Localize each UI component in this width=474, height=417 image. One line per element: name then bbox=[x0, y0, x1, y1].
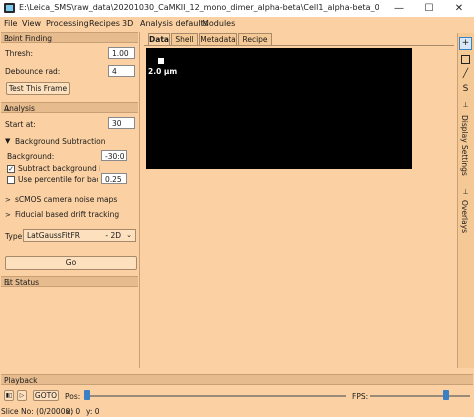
subtract-background-label: Subtract background in fit bbox=[18, 164, 100, 173]
pos-slider-track[interactable] bbox=[84, 395, 346, 397]
tab-metadata[interactable]: Metadata bbox=[199, 33, 237, 45]
pin-icon[interactable]: ⊥ bbox=[4, 278, 135, 287]
scale-bar bbox=[158, 58, 164, 64]
pin-icon[interactable]: ⊥ bbox=[459, 186, 472, 199]
fiducial-label[interactable]: Fiducial based drift tracking bbox=[15, 210, 119, 219]
menu-file[interactable]: File bbox=[4, 19, 17, 28]
use-percentile-label: Use percentile for backgro bbox=[18, 175, 98, 184]
menu-analysis-defaults[interactable]: Analysis defaults bbox=[140, 19, 208, 28]
start-at-input[interactable]: 30 bbox=[108, 117, 135, 129]
thresh-label: Thresh: bbox=[5, 49, 34, 58]
maximize-button[interactable]: ☐ bbox=[414, 0, 444, 17]
type-dropdown[interactable]: LatGaussFitFR - 2D ⌄ bbox=[23, 229, 136, 242]
pos-slider-handle[interactable] bbox=[84, 390, 90, 400]
background-input[interactable]: -30:0 bbox=[101, 150, 127, 161]
display-settings-tab[interactable]: Display Settings bbox=[460, 115, 469, 176]
minimize-button[interactable]: — bbox=[384, 0, 414, 17]
scale-bar-label: 2.0 µm bbox=[148, 67, 178, 76]
play-icon[interactable]: ▷ bbox=[17, 390, 27, 401]
debounce-label: Debounce rad: bbox=[5, 67, 61, 76]
tab-recipe[interactable]: Recipe bbox=[238, 33, 272, 45]
point-finding-header[interactable]: Point Finding ⊥ bbox=[1, 32, 138, 43]
go-button[interactable]: Go bbox=[5, 256, 137, 270]
use-percentile-checkbox[interactable] bbox=[7, 176, 15, 184]
expand-down-icon[interactable]: ▼ bbox=[5, 137, 10, 145]
analysis-header[interactable]: Analysis ⊥ bbox=[1, 102, 138, 113]
fps-slider-handle[interactable] bbox=[443, 390, 450, 400]
rectangle-tool-icon[interactable] bbox=[459, 53, 472, 66]
tab-data[interactable]: Data bbox=[148, 33, 170, 45]
image-canvas[interactable]: 2.0 µm bbox=[146, 48, 412, 169]
pin-icon[interactable]: ⊥ bbox=[459, 99, 472, 112]
slice-number: Slice No: (0/20000) bbox=[1, 407, 74, 416]
menu-processing[interactable]: Processing bbox=[46, 19, 89, 28]
x-coordinate: x: 0 bbox=[66, 407, 81, 416]
close-button[interactable]: ✕ bbox=[444, 0, 474, 17]
panel-splitter[interactable] bbox=[139, 32, 140, 368]
menu-view[interactable]: View bbox=[22, 19, 41, 28]
expand-right-icon[interactable]: > bbox=[5, 196, 11, 204]
overlays-tab[interactable]: Overlays bbox=[460, 200, 469, 233]
pin-icon[interactable]: ⊥ bbox=[4, 104, 135, 113]
tab-shell[interactable]: Shell bbox=[171, 33, 198, 45]
app-icon bbox=[4, 3, 15, 13]
window-title: E:\Leica_SMS\raw_data\20201030_CaMKII_12… bbox=[19, 3, 379, 12]
debounce-input[interactable]: 4 bbox=[108, 65, 135, 77]
fit-status-header[interactable]: Fit Status ⊥ bbox=[1, 276, 138, 287]
goto-button[interactable]: GOTO bbox=[33, 390, 59, 401]
percentile-input[interactable]: 0.25 bbox=[101, 173, 127, 184]
playback-title: Playback bbox=[4, 376, 38, 385]
tab-underline bbox=[144, 45, 454, 46]
background-subtraction-label[interactable]: Background Subtraction bbox=[15, 137, 106, 146]
fps-label: FPS: bbox=[352, 392, 369, 401]
line-tool-icon[interactable]: ╱ bbox=[459, 68, 472, 81]
menu-modules[interactable]: Modules bbox=[202, 19, 235, 28]
subtract-background-checkbox[interactable]: ✓ bbox=[7, 165, 15, 173]
freehand-tool-icon[interactable]: S bbox=[459, 83, 472, 96]
thresh-input[interactable]: 1.00 bbox=[108, 47, 135, 59]
crosshair-tool-icon[interactable]: + bbox=[459, 37, 472, 50]
expand-right-icon[interactable]: > bbox=[5, 211, 11, 219]
background-label: Background: bbox=[7, 152, 55, 161]
y-coordinate: y: 0 bbox=[86, 407, 100, 416]
fps-slider-track[interactable] bbox=[370, 395, 470, 397]
pause-icon[interactable]: ▮▯ bbox=[4, 390, 14, 401]
pos-label: Pos: bbox=[65, 392, 81, 401]
type-label: Type: bbox=[5, 232, 25, 241]
scmos-label[interactable]: sCMOS camera noise maps bbox=[15, 195, 117, 204]
menu-3d[interactable]: 3D bbox=[122, 19, 133, 28]
playback-header[interactable]: Playback bbox=[1, 374, 473, 385]
chevron-down-icon: ⌄ bbox=[126, 231, 132, 239]
type-suffix: - 2D bbox=[105, 231, 121, 240]
type-value: LatGaussFitFR bbox=[27, 231, 81, 240]
test-frame-button[interactable]: Test This Frame bbox=[6, 82, 70, 95]
start-at-label: Start at: bbox=[5, 120, 36, 129]
menu-recipes[interactable]: Recipes bbox=[89, 19, 120, 28]
pin-icon[interactable]: ⊥ bbox=[4, 34, 135, 43]
